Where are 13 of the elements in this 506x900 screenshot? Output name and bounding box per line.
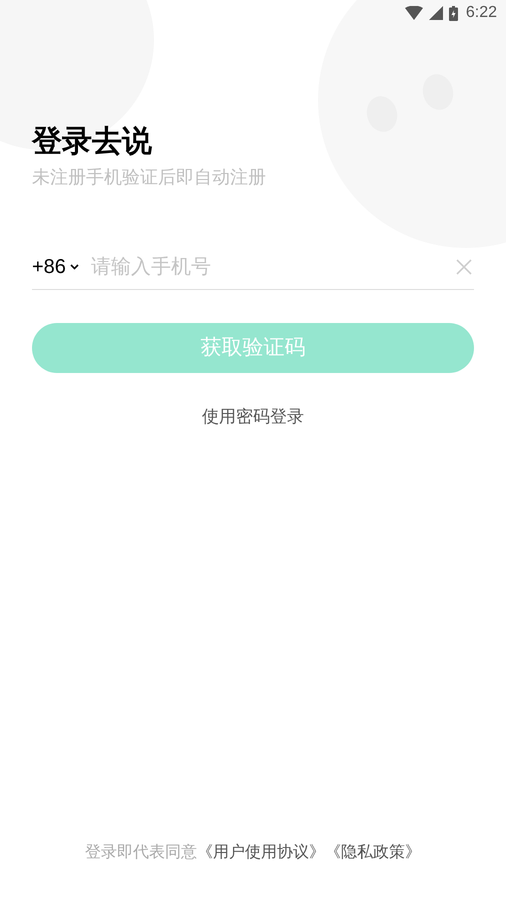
agreement-link[interactable]: 《隐私政策》 <box>325 841 421 865</box>
signal-icon <box>428 6 443 20</box>
status-time: 6:22 <box>466 3 497 23</box>
page-title: 登录去说 <box>32 124 153 160</box>
agreement-text: 登录即代表同意 <box>85 842 197 863</box>
wifi-icon <box>404 6 423 20</box>
agreement-link[interactable]: 《用户使用协议》 <box>197 841 325 865</box>
password-login-link[interactable]: 使用密码登录 <box>202 404 304 430</box>
clear-icon[interactable] <box>456 258 472 274</box>
country-code-selector[interactable]: +86 <box>32 252 79 282</box>
subtitle: 未注册手机验证后即自动注册 <box>32 166 267 189</box>
phone-field[interactable]: +86 请输入手机号 <box>32 244 474 290</box>
chevron-down-icon <box>70 264 79 270</box>
